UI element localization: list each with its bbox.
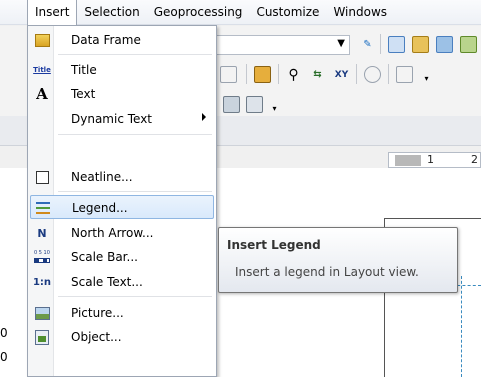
layout-guide-vertical bbox=[461, 276, 462, 377]
menu-item-label: Legend... bbox=[72, 201, 128, 215]
menu-geoprocessing[interactable]: Geoprocessing bbox=[147, 0, 250, 25]
data-frame-icon bbox=[33, 31, 51, 49]
search-window-icon[interactable] bbox=[436, 36, 453, 53]
menu-item-object[interactable]: Object... bbox=[30, 325, 214, 349]
table-icon[interactable] bbox=[388, 36, 405, 53]
menu-item-north-arrow[interactable]: N North Arrow... bbox=[30, 221, 214, 245]
menu-separator bbox=[58, 296, 212, 297]
partial-text: 0 bbox=[0, 350, 8, 364]
menu-item-scale-bar[interactable]: 0 5 10 Scale Bar... bbox=[30, 245, 214, 269]
goto-xy-icon[interactable]: XY bbox=[333, 66, 350, 83]
insert-menu-dropdown: Data Frame Title Title A Text Dynamic Te… bbox=[27, 25, 217, 377]
identify-icon[interactable] bbox=[220, 66, 237, 83]
menu-item-scale-text[interactable]: 1:n Scale Text... bbox=[30, 270, 214, 294]
menu-item-data-frame[interactable]: Data Frame bbox=[30, 28, 214, 52]
menu-item-label: Dynamic Text bbox=[71, 112, 153, 126]
tooltip-title: Insert Legend bbox=[227, 238, 321, 252]
legend-icon bbox=[34, 199, 52, 217]
menu-customize[interactable]: Customize bbox=[249, 0, 326, 25]
scale-combobox[interactable]: ▼ bbox=[212, 35, 350, 55]
layout-tool-icon[interactable] bbox=[223, 96, 240, 113]
tooltip-body: Insert a legend in Layout view. bbox=[235, 265, 419, 279]
menu-separator bbox=[58, 191, 212, 192]
menu-item-label: Data Frame bbox=[71, 33, 141, 47]
menu-insert[interactable]: Insert bbox=[27, 0, 78, 25]
menu-bar: Insert Selection Geoprocessing Customize… bbox=[0, 0, 481, 25]
ruler-mark: 2 bbox=[471, 153, 478, 166]
submenu-arrow-icon bbox=[202, 113, 206, 121]
toolbar-separator bbox=[278, 64, 279, 84]
chevron-down-icon[interactable]: ▼ bbox=[337, 38, 345, 49]
route-icon[interactable]: ⇆ bbox=[309, 66, 326, 83]
text-icon: A bbox=[36, 85, 48, 103]
toolbar-separator bbox=[246, 64, 247, 84]
menu-selection[interactable]: Selection bbox=[77, 0, 146, 25]
scale-bar-icon: 0 5 10 bbox=[33, 248, 51, 266]
menu-item-picture[interactable]: Picture... bbox=[30, 301, 214, 325]
edit-tool-icon[interactable]: ✎ bbox=[359, 36, 376, 53]
north-arrow-icon: N bbox=[37, 226, 47, 240]
menu-item-label: Scale Text... bbox=[71, 275, 143, 289]
picture-icon bbox=[33, 304, 51, 322]
toolbar-overflow-icon[interactable]: ▾ bbox=[418, 70, 435, 87]
menu-item-dynamic-text[interactable]: Dynamic Text bbox=[30, 107, 214, 131]
partial-text: 0 bbox=[0, 326, 8, 340]
ruler-mark: 1 bbox=[427, 153, 434, 166]
menu-item-label: North Arrow... bbox=[71, 226, 154, 240]
menu-item-title[interactable]: Title Title bbox=[30, 58, 214, 82]
menu-item-label: Title bbox=[71, 63, 97, 77]
menu-item-label: Neatline... bbox=[71, 170, 133, 184]
menu-item-label: Object... bbox=[71, 330, 122, 344]
object-icon bbox=[33, 328, 51, 346]
menu-separator bbox=[58, 54, 212, 55]
menu-item-neatline[interactable]: Neatline... bbox=[30, 165, 214, 189]
measure-icon[interactable] bbox=[254, 66, 271, 83]
catalog-icon[interactable] bbox=[412, 36, 429, 53]
menu-item-text[interactable]: A Text bbox=[30, 82, 214, 106]
time-slider-icon[interactable] bbox=[364, 66, 381, 83]
scale-text-icon: 1:n bbox=[32, 276, 52, 288]
create-viewer-icon[interactable] bbox=[396, 66, 413, 83]
find-icon[interactable]: ⚲ bbox=[285, 66, 302, 83]
menu-item-legend[interactable]: Legend... bbox=[30, 195, 214, 219]
menu-windows[interactable]: Windows bbox=[326, 0, 394, 25]
ruler-shaded-segment bbox=[395, 155, 421, 166]
title-icon: Title bbox=[33, 66, 51, 74]
horizontal-ruler: 1 2 bbox=[388, 152, 481, 168]
menu-separator bbox=[58, 134, 212, 135]
toolbar-separator bbox=[356, 64, 357, 84]
page-tool-icon[interactable] bbox=[246, 96, 263, 113]
insert-legend-tooltip: Insert Legend Insert a legend in Layout … bbox=[218, 227, 458, 293]
arctoolbox-icon[interactable] bbox=[460, 36, 477, 53]
toolbar-separator bbox=[380, 34, 381, 54]
toolbar-overflow-icon[interactable]: ▾ bbox=[266, 100, 283, 117]
menu-item-label: Text bbox=[71, 87, 96, 101]
toolbar-separator bbox=[388, 64, 389, 84]
neatline-icon bbox=[33, 168, 51, 186]
menu-item-label: Scale Bar... bbox=[71, 250, 138, 264]
menu-item-label: Picture... bbox=[71, 306, 124, 320]
